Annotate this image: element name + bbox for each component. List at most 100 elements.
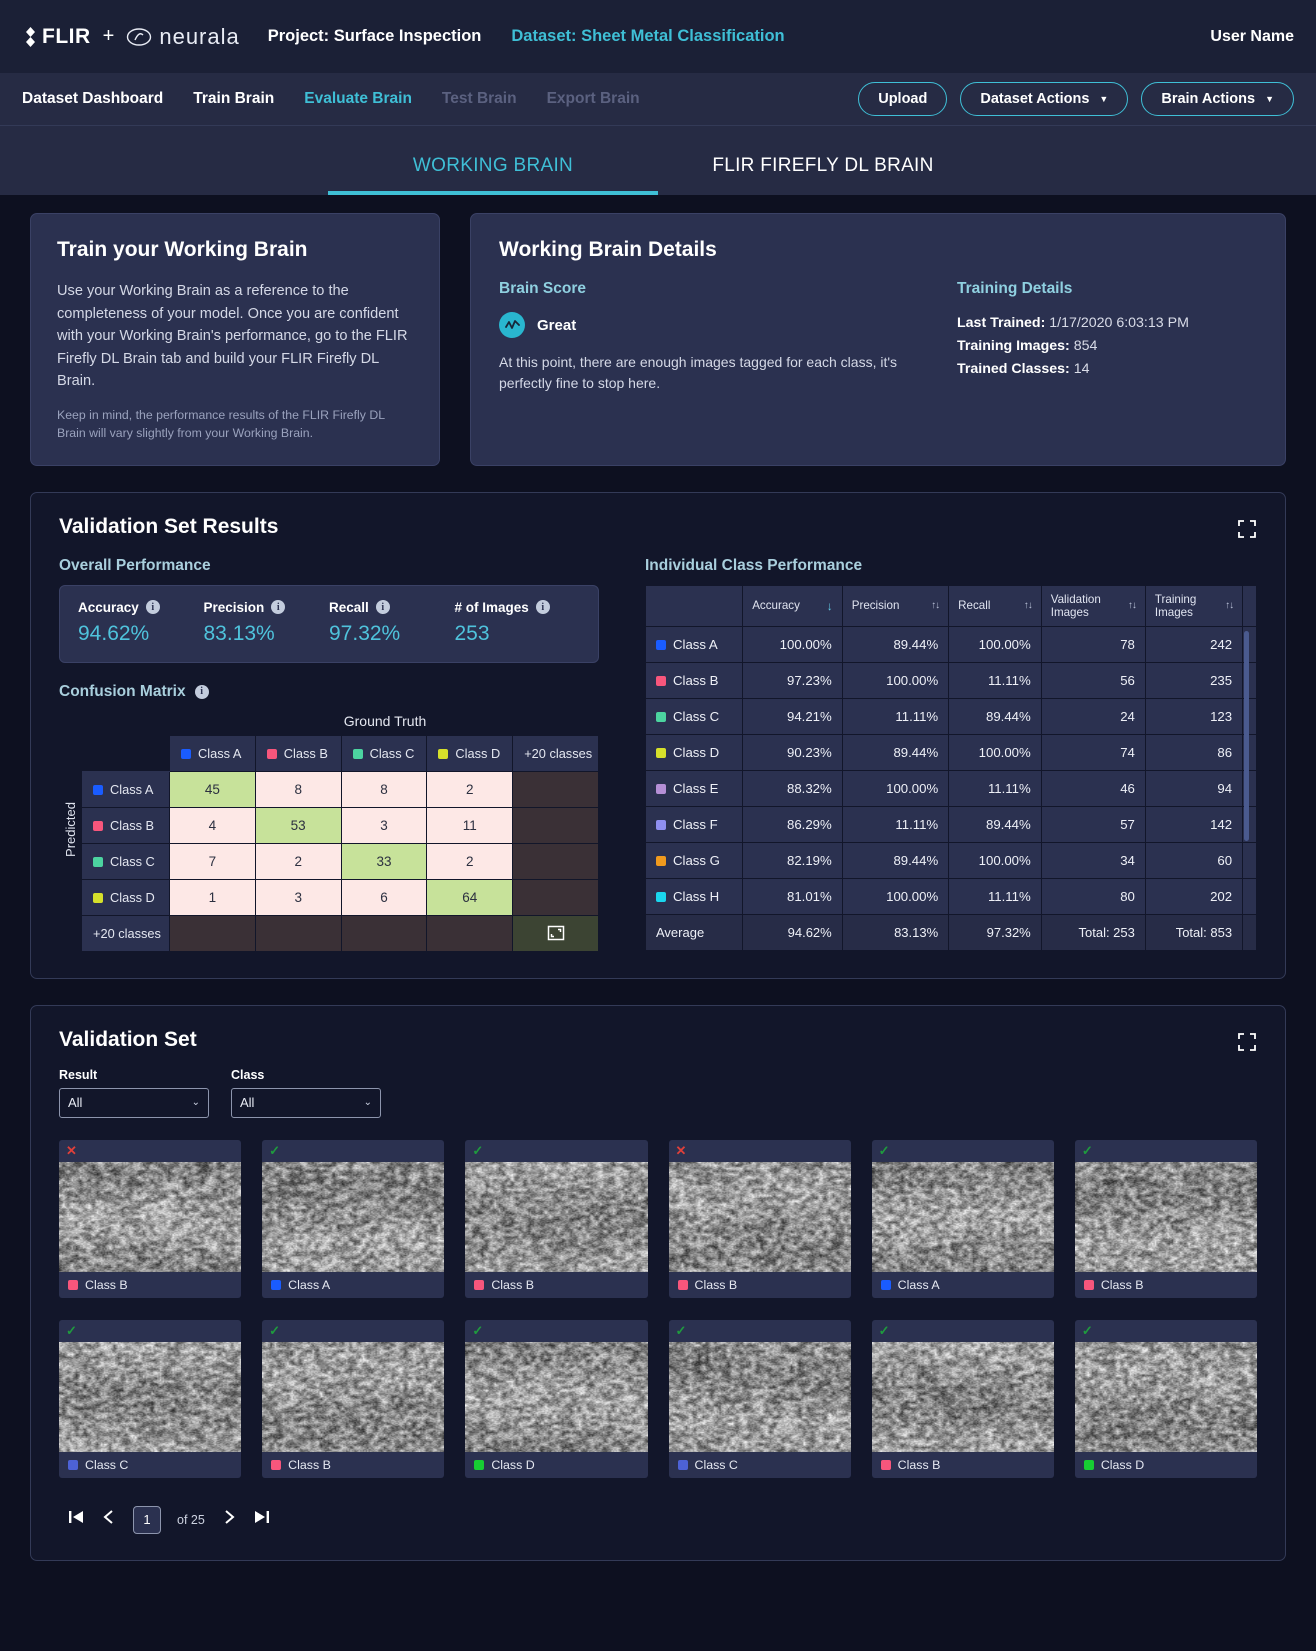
icp-column-header-training-images[interactable]: Training Images ↑↓ bbox=[1144, 584, 1244, 627]
cm-cell[interactable]: 2 bbox=[426, 770, 514, 808]
prev-page-icon[interactable] bbox=[101, 1508, 117, 1531]
icp-column-header-accuracy[interactable]: Accuracy ↓ bbox=[742, 584, 843, 627]
list-item[interactable]: ✕ Class B bbox=[59, 1139, 242, 1298]
upload-button[interactable]: Upload bbox=[858, 82, 948, 116]
nav-train-brain[interactable]: Train Brain bbox=[193, 90, 274, 108]
sort-toggle-icon: ↑↓ bbox=[1023, 600, 1033, 612]
nav-evaluate-brain[interactable]: Evaluate Brain bbox=[304, 90, 412, 108]
cm-cell[interactable]: 2 bbox=[426, 842, 514, 880]
icp-column-header-precision[interactable]: Precision ↑↓ bbox=[841, 584, 950, 627]
icp-column-header-validation-images[interactable]: Validation Images ↑↓ bbox=[1040, 584, 1146, 627]
class-color-swatch bbox=[1083, 1279, 1094, 1290]
list-item[interactable]: ✓ Class A bbox=[871, 1139, 1054, 1298]
list-item[interactable]: ✓ Class A bbox=[262, 1139, 445, 1298]
cm-cell[interactable]: 7 bbox=[169, 842, 256, 880]
class-color-swatch bbox=[93, 784, 103, 795]
list-item[interactable]: ✓ Class D bbox=[465, 1319, 648, 1478]
table-row[interactable]: Class H 81.01% 100.00% 11.11% 80 202 bbox=[644, 877, 1257, 915]
expand-results-icon[interactable] bbox=[1237, 519, 1257, 539]
table-row[interactable]: Class G 82.19% 89.44% 100.00% 34 60 bbox=[644, 841, 1257, 879]
table-row[interactable]: Class F 86.29% 11.11% 89.44% 57 142 bbox=[644, 805, 1257, 843]
table-row[interactable]: Class E 88.32% 100.00% 11.11% 46 94 bbox=[644, 769, 1257, 807]
nav-dataset-dashboard[interactable]: Dataset Dashboard bbox=[22, 90, 163, 108]
current-page-input[interactable]: 1 bbox=[133, 1505, 161, 1534]
cm-cell[interactable]: 4 bbox=[169, 806, 256, 844]
cm-cell[interactable]: 1 bbox=[169, 878, 256, 916]
list-item[interactable]: ✕ Class B bbox=[668, 1139, 851, 1298]
neurala-logo[interactable]: neurala bbox=[126, 24, 239, 50]
table-row[interactable]: Class B 97.23% 100.00% 11.11% 56 235 bbox=[644, 661, 1257, 699]
info-icon[interactable]: i bbox=[535, 600, 550, 615]
list-item[interactable]: ✓ Class B bbox=[1074, 1139, 1257, 1298]
cm-cell[interactable]: 6 bbox=[340, 878, 428, 916]
icp-accuracy-cell: 82.19% bbox=[742, 841, 843, 879]
class-filter-select[interactable]: All ⌄ bbox=[231, 1087, 381, 1118]
validation-set-results-panel: Validation Set Results Overall Performan… bbox=[30, 491, 1286, 979]
chevron-down-icon: ▼ bbox=[1265, 94, 1274, 104]
cm-cell[interactable]: 33 bbox=[340, 842, 428, 880]
table-row[interactable]: Class A 100.00% 89.44% 100.00% 78 242 bbox=[644, 625, 1257, 663]
list-item[interactable]: ✓ Class D bbox=[1074, 1319, 1257, 1478]
nav-actions: Upload Dataset Actions ▼ Brain Actions ▼ bbox=[858, 82, 1294, 116]
class-color-swatch bbox=[677, 1459, 688, 1470]
icp-training-images-cell: 202 bbox=[1144, 877, 1244, 915]
icp-gutter-cell bbox=[1242, 877, 1257, 915]
tile-class-name: Class D bbox=[491, 1457, 535, 1472]
result-filter-select[interactable]: All ⌄ bbox=[59, 1087, 209, 1118]
cm-cell[interactable]: 8 bbox=[340, 770, 428, 808]
cm-cell[interactable]: 53 bbox=[254, 806, 342, 844]
list-item[interactable]: ✓ Class B bbox=[465, 1139, 648, 1298]
brain-actions-button[interactable]: Brain Actions ▼ bbox=[1141, 82, 1294, 116]
icp-validation-images-cell: 80 bbox=[1040, 877, 1146, 915]
info-icon[interactable]: i bbox=[194, 684, 209, 699]
sort-toggle-icon: ↑↓ bbox=[1127, 600, 1137, 612]
plus-separator: + bbox=[102, 25, 115, 47]
cm-cell[interactable]: 2 bbox=[254, 842, 342, 880]
expand-validation-set-icon[interactable] bbox=[1237, 1032, 1257, 1052]
tab-working-brain[interactable]: WORKING BRAIN bbox=[328, 155, 658, 195]
icp-validation-images-cell: 56 bbox=[1040, 661, 1146, 699]
cm-cell[interactable]: 64 bbox=[426, 878, 514, 916]
table-scrollbar[interactable] bbox=[1244, 630, 1249, 841]
user-name[interactable]: User Name bbox=[1210, 28, 1294, 46]
cm-cell[interactable]: 3 bbox=[254, 878, 342, 916]
working-brain-details-card: Working Brain Details Brain Score Great … bbox=[470, 213, 1286, 466]
tile-thumbnail bbox=[871, 1161, 1054, 1272]
tile-thumbnail bbox=[59, 1161, 242, 1272]
cm-cell[interactable]: 11 bbox=[426, 806, 514, 844]
cm-cell[interactable]: 45 bbox=[169, 770, 256, 808]
icp-validation-images-cell: 78 bbox=[1040, 625, 1146, 663]
list-item[interactable]: ✓ Class C bbox=[668, 1319, 851, 1478]
icp-validation-images-cell: 57 bbox=[1040, 805, 1146, 843]
tab-flir-firefly-dl-brain[interactable]: FLIR FIREFLY DL BRAIN bbox=[658, 155, 988, 195]
metric-recall: Recall i 97.32% bbox=[329, 600, 455, 646]
icp-precision-cell: 89.44% bbox=[841, 625, 950, 663]
table-row[interactable]: Class D 90.23% 89.44% 100.00% 74 86 bbox=[644, 733, 1257, 771]
cm-row-header: Class B bbox=[81, 806, 170, 844]
tile-status-bar: ✓ bbox=[465, 1140, 647, 1162]
flir-logo[interactable]: FLIR bbox=[22, 25, 91, 49]
next-page-icon[interactable] bbox=[221, 1508, 237, 1531]
icp-column-header-recall[interactable]: Recall ↑↓ bbox=[948, 584, 1042, 627]
dataset-actions-button[interactable]: Dataset Actions ▼ bbox=[960, 82, 1129, 116]
cm-expand-icon[interactable] bbox=[512, 914, 599, 952]
cm-cell[interactable]: 8 bbox=[254, 770, 342, 808]
nav-export-brain: Export Brain bbox=[546, 90, 640, 107]
sort-desc-icon: ↓ bbox=[826, 598, 833, 613]
last-page-icon[interactable] bbox=[253, 1508, 271, 1531]
table-row[interactable]: Class C 94.21% 11.11% 89.44% 24 123 bbox=[644, 697, 1257, 735]
info-icon[interactable]: i bbox=[271, 600, 286, 615]
cm-cell[interactable]: 3 bbox=[340, 806, 428, 844]
list-item[interactable]: ✓ Class C bbox=[59, 1319, 242, 1478]
dataset-title[interactable]: Dataset: Sheet Metal Classification bbox=[511, 27, 784, 46]
icp-class-cell: Class E bbox=[644, 769, 744, 807]
info-icon[interactable]: i bbox=[145, 600, 160, 615]
list-item[interactable]: ✓ Class B bbox=[262, 1319, 445, 1478]
confusion-matrix-row: Class B 4 53 3 11 bbox=[81, 806, 599, 844]
first-page-icon[interactable] bbox=[67, 1508, 85, 1531]
info-icon[interactable]: i bbox=[375, 600, 390, 615]
tile-thumbnail bbox=[668, 1161, 851, 1272]
metric-recall-label: Recall bbox=[329, 599, 369, 615]
trained-classes-row: Trained Classes: 14 bbox=[957, 358, 1257, 381]
list-item[interactable]: ✓ Class B bbox=[871, 1319, 1054, 1478]
